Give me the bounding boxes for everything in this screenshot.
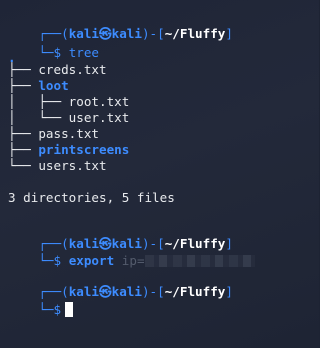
command-text: export: [68, 253, 115, 268]
tree-entry: ├── pass.txt: [8, 126, 99, 142]
prompt-line-top: ┌──(kali㉿kali)-[~/Fluffy]: [8, 268, 233, 299]
prompt-line-top: ┌──(kali㉿kali)-[~/Fluffy]: [8, 220, 233, 251]
terminal-window[interactable]: ┌──(kali㉿kali)-[~/Fluffy] └─$ tree . ├──…: [0, 0, 319, 348]
prompt-bracket: )-[: [141, 284, 165, 299]
prompt-line-top: ┌──(kali㉿kali)-[~/Fluffy]: [8, 10, 233, 41]
command-text: tree: [68, 45, 100, 60]
tree-entry: ├── creds.txt: [8, 62, 107, 78]
tree-dir-name: printscreens: [38, 142, 130, 157]
prompt-dollar: └─$: [38, 45, 62, 60]
prompt-user: kali: [68, 284, 100, 299]
prompt-line-bottom[interactable]: └─$: [8, 286, 74, 317]
redacted-ip-block: [144, 255, 255, 267]
tree-file-name: user.txt: [68, 110, 130, 125]
prompt-bracket: )-[: [141, 26, 165, 41]
tree-entry: ├── printscreens: [8, 142, 129, 158]
prompt-bracket: ]: [225, 284, 233, 299]
tree-summary: 3 directories, 5 files: [8, 190, 175, 206]
prompt-at-symbol: ㉿: [99, 26, 112, 41]
tree-entry: ├── loot: [8, 78, 69, 94]
tree-entry: │ ├── root.txt: [8, 94, 129, 110]
command-args: ip=: [121, 253, 145, 268]
tree-branch: │ ├──: [8, 94, 69, 109]
tree-branch: ├──: [8, 78, 39, 93]
tree-file-name: pass.txt: [38, 126, 100, 141]
tree-branch: └──: [8, 158, 39, 173]
prompt-dollar: └─$: [38, 302, 62, 317]
prompt-bracket: ]: [225, 26, 233, 41]
prompt-host: kali: [111, 284, 142, 299]
tree-file-name: root.txt: [68, 94, 130, 109]
summary-text: 3 directories, 5 files: [8, 190, 175, 205]
text-cursor[interactable]: [65, 302, 74, 317]
tree-file-name: creds.txt: [38, 62, 107, 77]
tree-branch: ├──: [8, 126, 39, 141]
prompt-host: kali: [111, 26, 142, 41]
prompt-cwd: ~/Fluffy: [164, 26, 226, 41]
prompt-line-bottom: └─$ export ip=: [8, 237, 255, 268]
tree-file-name: users.txt: [38, 158, 107, 173]
prompt-dollar: └─$: [38, 253, 62, 268]
prompt-line-bottom: └─$ tree: [8, 29, 99, 60]
tree-branch: │ └──: [8, 110, 69, 125]
tree-entry: └── users.txt: [8, 158, 107, 174]
prompt-at-symbol: ㉿: [99, 284, 112, 299]
tree-branch: ├──: [8, 142, 39, 157]
tree-branch: ├──: [8, 62, 39, 77]
tree-entry: │ └── user.txt: [8, 110, 129, 126]
tree-dir-name: loot: [38, 78, 69, 93]
prompt-cwd: ~/Fluffy: [164, 284, 226, 299]
